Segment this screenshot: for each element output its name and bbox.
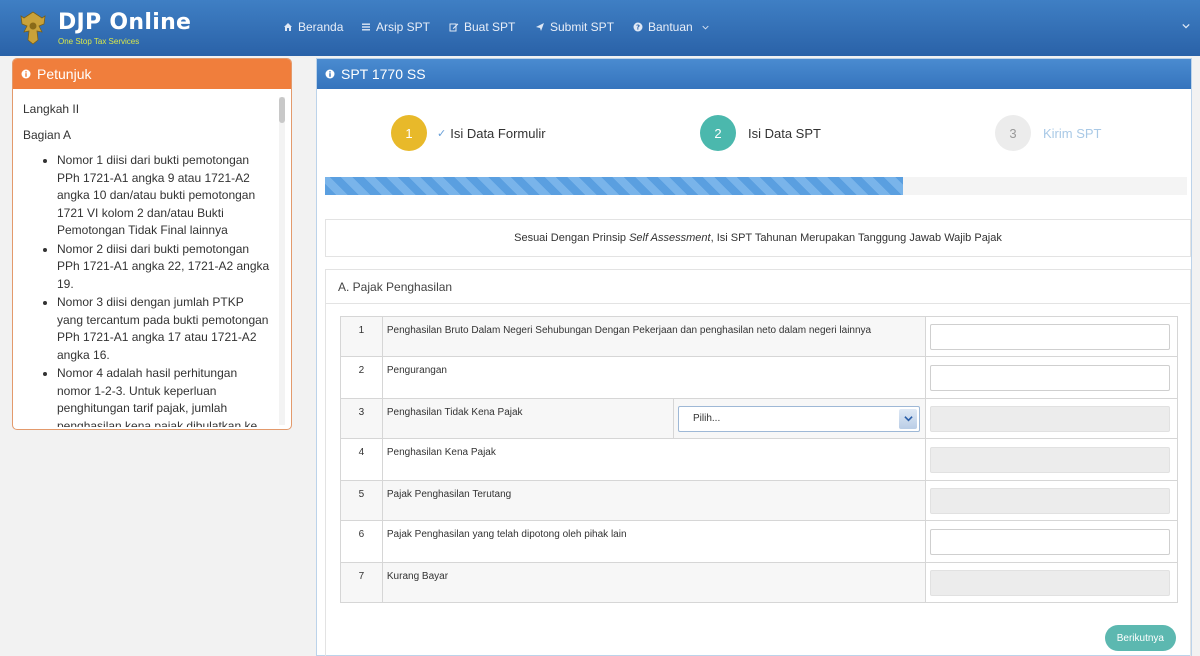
notice-text-pre: Sesuai Dengan Prinsip	[514, 232, 630, 244]
row-number: 4	[340, 438, 383, 481]
form-title: SPT 1770 SS	[341, 66, 426, 82]
nav-item-buat-spt[interactable]: Buat SPT	[449, 20, 515, 34]
brand-title[interactable]: DJP Online	[58, 10, 191, 35]
guide-list: Nomor 1 diisi dari bukti pemotongan PPh …	[23, 152, 271, 427]
nav-item-beranda[interactable]: Beranda	[283, 20, 343, 34]
guide-item: Nomor 3 diisi dengan jumlah PTKP yang te…	[57, 294, 271, 364]
nav-item-bantuan[interactable]: ? Bantuan	[633, 20, 709, 34]
guide-panel-header: Petunjuk	[13, 59, 291, 89]
nav-label: Beranda	[298, 20, 344, 34]
edit-icon	[449, 23, 459, 32]
guide-scrollbar-thumb[interactable]	[279, 97, 285, 123]
table-row: 4 Penghasilan Kena Pajak	[340, 438, 1179, 481]
chevron-down-icon[interactable]	[1182, 22, 1190, 30]
guide-item: Nomor 2 diisi dari bukti pemotongan PPh …	[57, 241, 271, 294]
table-row: 1 Penghasilan Bruto Dalam Negeri Sehubun…	[340, 316, 1179, 357]
notice-text-em: Self Assessment	[629, 232, 711, 244]
table-row: 5 Pajak Penghasilan Terutang	[340, 480, 1179, 521]
kurang-bayar-input	[929, 569, 1170, 596]
step-1: 1 ✓ Isi Data Formulir	[391, 115, 546, 151]
row-number: 2	[340, 356, 383, 399]
row-label: Penghasilan Tidak Kena Pajak	[381, 398, 675, 439]
brand-subtitle: One Stop Tax Services	[58, 37, 140, 46]
guide-item: Nomor 4 adalah hasil perhitungan nomor 1…	[57, 365, 271, 427]
nav-label: Bantuan	[648, 20, 693, 34]
guide-step: Langkah II	[23, 102, 80, 116]
row-label: Penghasilan Bruto Dalam Negeri Sehubunga…	[381, 316, 926, 357]
step-label: Isi Data SPT	[748, 125, 821, 141]
pajak-dipotong-input[interactable]	[929, 528, 1170, 555]
row-label: Penghasilan Kena Pajak	[381, 438, 926, 481]
djp-emblem-icon	[20, 11, 46, 45]
help-icon: ?	[633, 22, 643, 32]
spt-form-header: SPT 1770 SS	[317, 59, 1191, 89]
check-icon: ✓	[437, 127, 447, 140]
step-number: 3	[995, 115, 1031, 151]
ptkp-select[interactable]: Pilih...	[678, 405, 920, 432]
chevron-down-icon[interactable]	[899, 408, 917, 429]
pajak-terutang-input	[929, 487, 1170, 514]
row-number: 1	[340, 316, 383, 357]
nav-label: Submit SPT	[550, 20, 615, 34]
row-label: Pengurangan	[381, 356, 926, 399]
info-icon	[21, 69, 31, 79]
row-number: 5	[340, 480, 383, 521]
nav-label: Buat SPT	[464, 20, 516, 34]
section-title: A. Pajak Penghasilan	[326, 270, 1190, 304]
pengurangan-input[interactable]	[929, 364, 1170, 391]
tax-table: 1 Penghasilan Bruto Dalam Negeri Sehubun…	[340, 316, 1179, 603]
next-button[interactable]: Berikutnya	[1104, 625, 1176, 651]
nav-item-arsip-spt[interactable]: Arsip SPT	[361, 20, 430, 34]
step-3: 3 Kirim SPT	[995, 115, 1102, 151]
ptkp-select-value: Pilih...	[693, 412, 721, 424]
step-label: Isi Data Formulir	[450, 125, 546, 141]
notice-text-post: , Isi SPT Tahunan Merupakan Tanggung Jaw…	[710, 232, 1002, 244]
step-number: 2	[700, 115, 736, 151]
table-row: 3 Penghasilan Tidak Kena Pajak Pilih...	[340, 398, 1179, 439]
row-number: 7	[340, 562, 383, 603]
guide-panel: Petunjuk Langkah II Bagian A Nomor 1 dii…	[12, 58, 292, 430]
step-label: Kirim SPT	[1043, 125, 1102, 141]
spt-form-panel: SPT 1770 SS 1 ✓ Isi Data Formulir 2 Isi …	[316, 58, 1192, 656]
chevron-down-icon	[702, 25, 709, 30]
nav-item-submit-spt[interactable]: Submit SPT	[535, 20, 614, 34]
table-row: 7 Kurang Bayar	[340, 562, 1179, 603]
progress-bar	[325, 177, 1187, 195]
guide-scrollbar[interactable]	[279, 97, 285, 425]
svg-text:?: ?	[636, 24, 640, 32]
table-row: 6 Pajak Penghasilan yang telah dipotong …	[340, 520, 1179, 563]
nav-label: Arsip SPT	[376, 20, 431, 34]
top-navbar: DJP Online One Stop Tax Services Beranda…	[0, 0, 1200, 56]
row-label: Pajak Penghasilan yang telah dipotong ol…	[381, 520, 926, 563]
penghasilan-kena-pajak-input	[929, 446, 1170, 473]
self-assessment-notice: Sesuai Dengan Prinsip Self Assessment , …	[325, 219, 1191, 257]
row-label: Pajak Penghasilan Terutang	[381, 480, 926, 521]
send-icon	[536, 23, 544, 31]
row-number: 3	[340, 398, 383, 439]
table-row: 2 Pengurangan	[340, 356, 1179, 399]
section-pajak-penghasilan: A. Pajak Penghasilan 1 Penghasilan Bruto…	[325, 269, 1191, 656]
step-number: 1	[391, 115, 427, 151]
ptkp-amount-input	[929, 405, 1170, 432]
penghasilan-bruto-input[interactable]	[929, 323, 1170, 350]
guide-part: Bagian A	[23, 127, 72, 142]
step-2: 2 Isi Data SPT	[700, 115, 821, 151]
guide-item: Nomor 1 diisi dari bukti pemotongan PPh …	[57, 152, 271, 240]
archive-icon	[362, 23, 370, 31]
row-number: 6	[340, 520, 383, 563]
guide-title: Petunjuk	[37, 66, 92, 82]
info-icon	[325, 69, 335, 79]
home-icon	[284, 23, 292, 31]
progress-fill	[325, 177, 903, 195]
row-label: Kurang Bayar	[381, 562, 926, 603]
guide-body: Langkah II Bagian A Nomor 1 diisi dari b…	[13, 89, 281, 427]
